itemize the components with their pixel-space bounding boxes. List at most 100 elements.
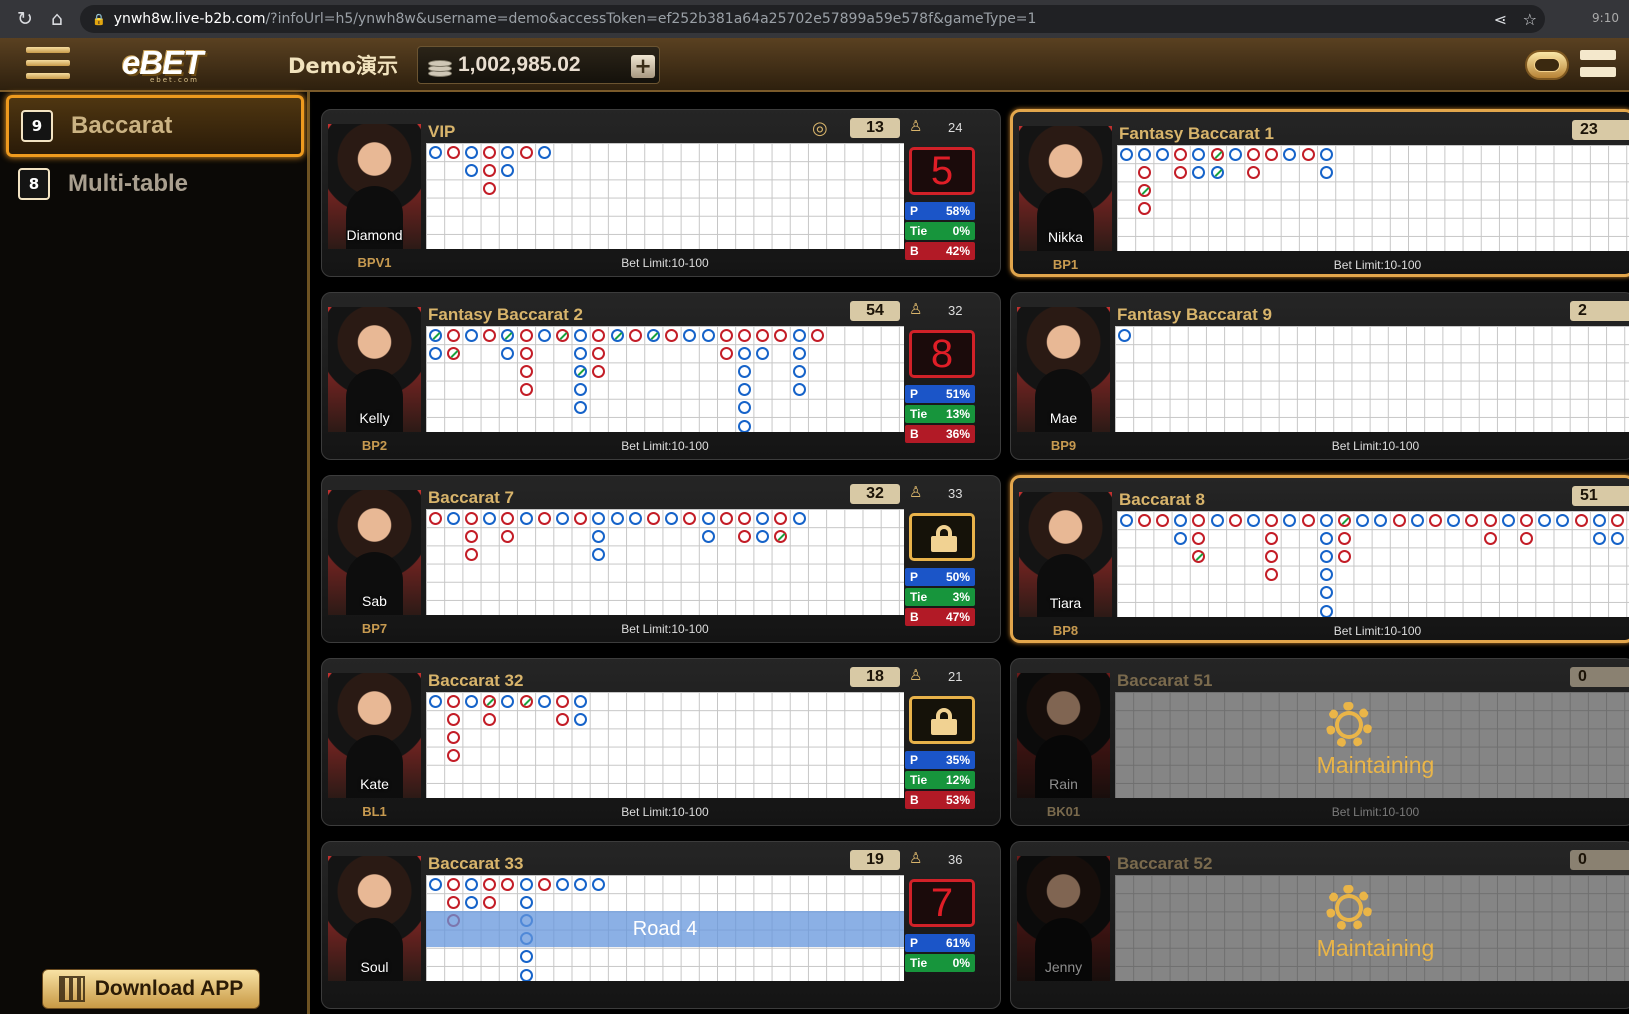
stat-label: B [910, 610, 919, 624]
stat-label: Tie [910, 956, 928, 970]
banker-bead [446, 877, 460, 891]
banker-bead [756, 328, 770, 342]
player-bead [1119, 147, 1133, 161]
eye-icon[interactable]: ◎ [812, 118, 828, 139]
player-bead [1174, 513, 1188, 527]
stat-value: 3% [952, 590, 970, 604]
banker-bead [519, 383, 533, 397]
player-bead [737, 364, 751, 378]
stat-tie: Tie 3% [905, 588, 975, 606]
chip-icon[interactable] [1525, 50, 1569, 80]
banker-bead [1337, 531, 1351, 545]
banker-bead [1174, 147, 1188, 161]
banker-tie-bead [1192, 549, 1206, 563]
player-bead [519, 950, 533, 964]
bead-road[interactable] [426, 509, 904, 615]
table-card[interactable]: Rain BK01 Baccarat 51 0 Maintaining Bet Limit… [1010, 658, 1629, 826]
bead-road[interactable] [426, 143, 904, 249]
stat-label: B [910, 244, 919, 258]
table-card[interactable]: Tiara BP8 Baccarat 8 51 Bet Limit:10-100 [1010, 475, 1629, 643]
banker-bead [1337, 549, 1351, 563]
hamburger-menu-button[interactable] [26, 47, 70, 83]
bead-road[interactable] [1115, 326, 1629, 432]
table-card[interactable]: Kate BL1 Baccarat 32 18 ♙ 21 Bet Limit:10-100 P… [321, 658, 1001, 826]
player-bead [1228, 147, 1242, 161]
reload-icon[interactable]: ↻ [12, 8, 38, 30]
table-card[interactable]: Sab BP7 Baccarat 7 32 ♙ 33 Bet Limit:10-100 P 50… [321, 475, 1001, 643]
player-bead [737, 419, 751, 432]
banker-bead [501, 877, 515, 891]
stat-value: 36% [945, 427, 970, 441]
gear-icon [1326, 702, 1372, 748]
address-bar[interactable]: 🔒 ynwh8w.live-b2b.com /?infoUrl=h5/ynwh8… [80, 5, 1545, 33]
table-card[interactable]: Nikka BP1 Fantasy Baccarat 1 23 Bet Limit:10… [1010, 109, 1629, 277]
bookmark-star-icon[interactable]: ☆ [1523, 10, 1537, 29]
maintenance-panel: Maintaining [1115, 875, 1629, 981]
player-bead [574, 694, 588, 708]
list-menu-icon[interactable] [1580, 50, 1616, 80]
player-bead [519, 895, 533, 909]
banker-bead [810, 328, 824, 342]
player-bead [501, 145, 515, 159]
table-card[interactable]: Jenny Baccarat 52 0 Maintaining [1010, 841, 1629, 1009]
stat-label: P [910, 936, 919, 950]
player-bead [683, 328, 697, 342]
player-bead [1319, 604, 1333, 617]
player-bead [501, 163, 515, 177]
stat-label: Tie [910, 773, 928, 787]
table-card[interactable]: Diamond BPV1 VIP ◎ 13 ♙ 24 Bet Limit:10-100 5 P 58… [321, 109, 1001, 277]
table-card[interactable]: Soul Baccarat 33 19 ♙ 36 Road 4 7 P 61% Tie 0% [321, 841, 1001, 1009]
stat-value: 0% [952, 956, 970, 970]
stat-value: 35% [945, 753, 970, 767]
table-code: BP2 [361, 438, 388, 453]
banker-bead [1246, 147, 1260, 161]
player-count: 21 [948, 669, 963, 684]
banker-tie-bead [1137, 183, 1151, 197]
stat-p: P 51% [905, 385, 975, 403]
player-bead [574, 346, 588, 360]
share-icon[interactable]: ⋖ [1494, 10, 1507, 29]
table-name: Fantasy Baccarat 9 [1117, 305, 1272, 324]
player-tie-bead [610, 328, 624, 342]
player-bead [737, 401, 751, 415]
sidebar-item-multi-table[interactable]: 8 Multi-table [6, 153, 304, 215]
banker-bead [519, 364, 533, 378]
banker-bead [446, 712, 460, 726]
player-bead [428, 694, 442, 708]
banker-bead [483, 163, 497, 177]
stat-p: P 58% [905, 202, 975, 220]
player-count: 36 [948, 852, 963, 867]
coin-stack-icon [424, 56, 456, 80]
bead-road[interactable] [1117, 145, 1629, 251]
locked-box[interactable] [909, 513, 975, 561]
download-app-button[interactable]: Download APP [42, 969, 260, 1009]
banker-bead [1574, 513, 1588, 527]
bead-road[interactable] [1117, 511, 1629, 617]
balance-box: 1,002,985.02 + [417, 46, 660, 84]
player-bead [1319, 147, 1333, 161]
player-bead [537, 694, 551, 708]
player-bead [428, 877, 442, 891]
player-bead [501, 694, 515, 708]
road-overlay[interactable]: Road 4 [426, 911, 904, 947]
ebet-logo: eBET ebet.com [122, 44, 203, 84]
gear-icon [1326, 885, 1372, 931]
add-balance-button[interactable]: + [631, 55, 655, 78]
stat-label: P [910, 570, 919, 584]
player-bead [464, 145, 478, 159]
table-card[interactable]: Kelly BP2 Fantasy Baccarat 2 54 ♙ 32 Bet Limit… [321, 292, 1001, 460]
bead-road[interactable] [426, 326, 904, 432]
table-card[interactable]: Mae BP9 Fantasy Baccarat 9 2 Bet Limit:10-10… [1010, 292, 1629, 460]
bead-road[interactable] [426, 692, 904, 798]
banker-bead [519, 145, 533, 159]
stat-value: 13% [945, 407, 970, 421]
sidebar-item-baccarat[interactable]: 9 Baccarat [6, 95, 304, 157]
player-bead [555, 877, 569, 891]
locked-box[interactable] [909, 696, 975, 744]
maintenance-panel: Maintaining [1115, 692, 1629, 798]
banker-bead [428, 511, 442, 525]
dealer-photo: Tiara [1019, 492, 1112, 617]
home-icon[interactable]: ⌂ [44, 8, 70, 30]
table-name: Fantasy Baccarat 1 [1119, 124, 1274, 143]
bead-road[interactable]: Road 4 [426, 875, 904, 981]
